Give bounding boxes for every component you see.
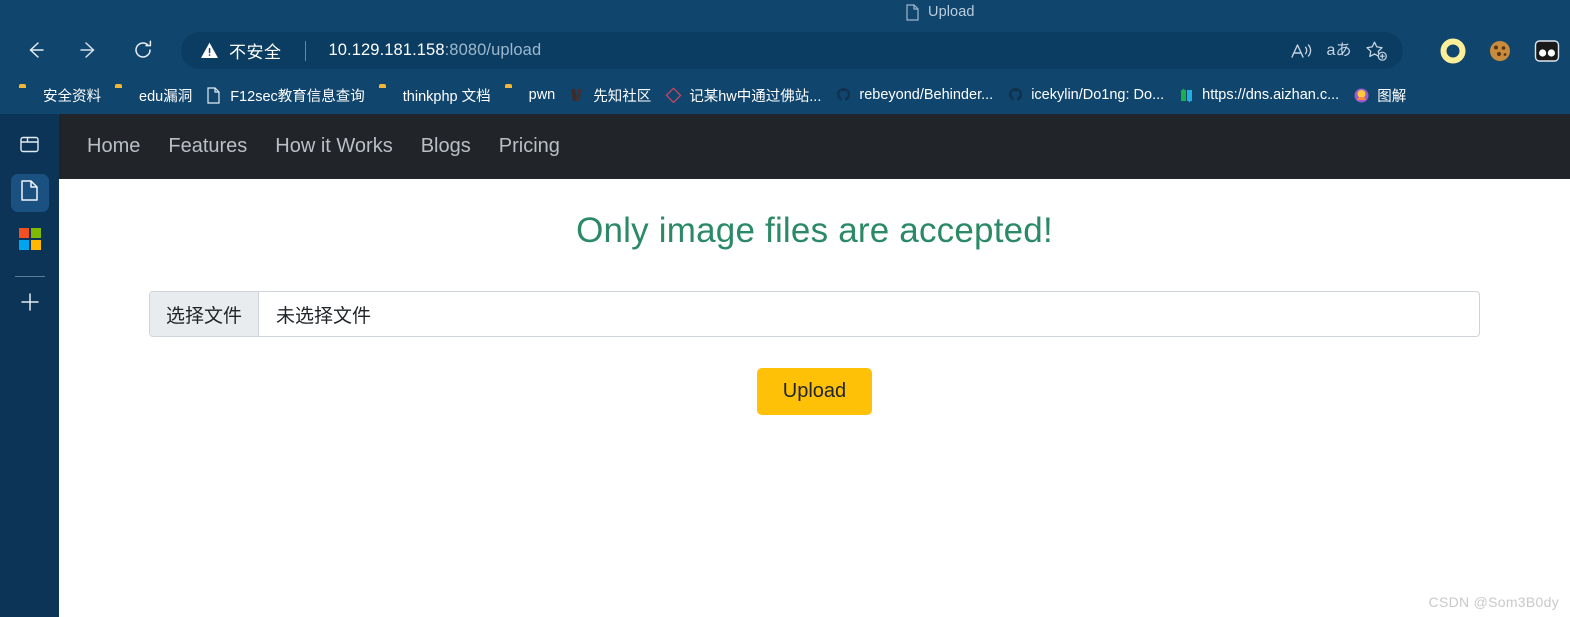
github-icon [835, 87, 852, 104]
bookmark-item[interactable]: 记某hw中通过佛站... [658, 81, 828, 110]
read-aloud-icon[interactable] [1285, 34, 1319, 68]
address-bar-left: 不安全 10.129.181.158:8080/upload [181, 38, 541, 63]
back-button[interactable] [17, 32, 53, 68]
bookmark-label: icekylin/Do1ng: Do... [1031, 87, 1165, 103]
browser-window: Upload 不安全 10.129.181.158:8080/upload aあ… [0, 0, 1570, 617]
tab-title: Upload [928, 4, 975, 20]
nav-link-home[interactable]: Home [73, 129, 154, 164]
page-area: Home Features How it Works Blogs Pricing… [0, 114, 1570, 617]
goggles-extension-icon[interactable] [1530, 34, 1564, 68]
folder-icon [505, 87, 522, 104]
bookmark-label: 安全资料 [43, 88, 101, 105]
address-bar-actions: aあ [1285, 34, 1403, 68]
bookmark-item[interactable]: edu漏洞 [108, 81, 199, 110]
xianzhi-icon [569, 87, 586, 104]
watermark: CSDN @Som3B0dy [1428, 594, 1559, 610]
upload-form: 选择文件 未选择文件 Upload [59, 291, 1570, 415]
page-icon [206, 86, 223, 104]
address-bar-divider [304, 40, 306, 61]
choose-file-button[interactable]: 选择文件 [150, 292, 260, 336]
document-page-icon [19, 179, 40, 207]
url-text: 10.129.181.158:8080/upload [329, 41, 542, 60]
forward-button[interactable] [71, 32, 107, 68]
document-icon [905, 3, 920, 21]
bookmark-item[interactable]: F12sec教育信息查询 [199, 81, 372, 110]
edge-sidebar [0, 114, 59, 617]
bookmark-label: pwn [528, 87, 556, 103]
web-page-viewport: Home Features How it Works Blogs Pricing… [59, 114, 1570, 617]
upload-button-row: Upload [149, 368, 1480, 415]
nav-link-how-it-works[interactable]: How it Works [261, 129, 406, 164]
page-headline: Only image files are accepted! [576, 211, 1053, 250]
bookmark-label: F12sec教育信息查询 [230, 88, 365, 105]
arrow-right-icon [78, 39, 100, 61]
sidebar-item-add-app[interactable] [11, 285, 49, 323]
nav-link-pricing[interactable]: Pricing [485, 129, 574, 164]
bookmark-item[interactable]: rebeyond/Behinder... [828, 83, 1000, 108]
security-label: 不安全 [229, 43, 282, 62]
bookmark-label: edu漏洞 [139, 88, 193, 105]
bookmark-label: thinkphp 文档 [402, 88, 491, 105]
add-favorite-icon[interactable] [1359, 34, 1393, 68]
tab-strip: Upload [0, 0, 1570, 24]
arrow-left-icon [24, 39, 46, 61]
bookmark-item[interactable]: 图解 [1346, 81, 1413, 110]
bookmark-item[interactable]: icekylin/Do1ng: Do... [1000, 83, 1171, 108]
browser-essentials-icon [19, 134, 40, 160]
browser-tab-upload[interactable]: Upload [905, 0, 975, 24]
bookmark-label: rebeyond/Behinder... [859, 87, 994, 103]
site-navbar: Home Features How it Works Blogs Pricing [59, 114, 1570, 179]
add-sidebar-app-icon [19, 291, 41, 318]
translate-icon[interactable]: aあ [1322, 34, 1356, 68]
diamond-icon [665, 86, 682, 104]
bookmarks-bar: 安全资料 edu漏洞 F12sec教育信息查询 thinkphp 文档 pwn [0, 76, 1570, 114]
sidebar-item-browser-essentials[interactable] [11, 128, 49, 166]
sidebar-item-microsoft[interactable] [11, 220, 49, 258]
address-bar[interactable]: 不安全 10.129.181.158:8080/upload aあ [181, 32, 1403, 69]
bookmark-label: 先知社区 [593, 88, 652, 105]
bookmark-label: https://dns.aizhan.c... [1202, 87, 1340, 103]
nav-link-blogs[interactable]: Blogs [407, 129, 485, 164]
reload-button[interactable] [125, 32, 161, 68]
bookmark-item[interactable]: 安全资料 [12, 81, 108, 110]
cookie-extension-icon[interactable] [1483, 34, 1517, 68]
warning-triangle-icon[interactable] [200, 41, 219, 60]
bookmark-item[interactable]: pwn [498, 83, 563, 108]
folder-icon [115, 87, 132, 104]
bookmark-label: 图解 [1377, 88, 1407, 105]
tujie-icon [1353, 87, 1370, 104]
reload-icon [132, 39, 154, 61]
file-input[interactable]: 选择文件 未选择文件 [149, 291, 1480, 337]
bookmark-item[interactable]: https://dns.aizhan.c... [1171, 83, 1346, 108]
bookmark-item[interactable]: 先知社区 [562, 81, 658, 110]
selected-file-name: 未选择文件 [276, 305, 372, 327]
url-path: :8080/upload [444, 41, 542, 59]
upload-button[interactable]: Upload [756, 368, 873, 415]
folder-icon [19, 87, 36, 104]
microsoft-logo-icon [18, 228, 41, 250]
bookmark-label: 记某hw中通过佛站... [689, 88, 822, 105]
extension-icons [1436, 30, 1564, 72]
aizhan-icon [1178, 87, 1195, 104]
github-icon [1007, 87, 1024, 104]
url-host: 10.129.181.158 [328, 41, 445, 59]
ring-extension-icon[interactable] [1436, 34, 1470, 68]
nav-link-features[interactable]: Features [154, 129, 261, 164]
bookmark-item[interactable]: thinkphp 文档 [372, 81, 498, 110]
sidebar-item-document[interactable] [10, 174, 49, 212]
folder-icon [379, 87, 396, 104]
sidebar-divider [14, 276, 45, 277]
